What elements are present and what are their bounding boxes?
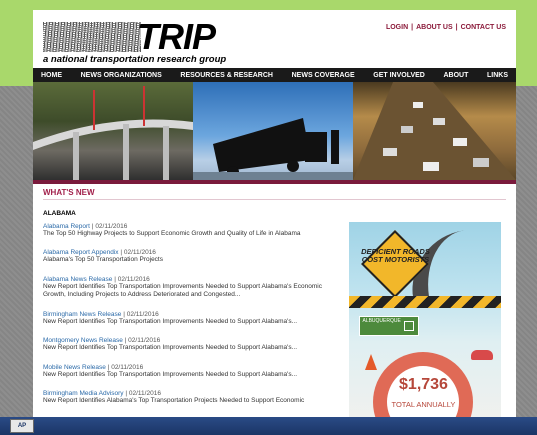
news-item-date: 02/11/2016 — [95, 223, 128, 230]
news-item-summary: New Report Identifies Alabama's Top Tran… — [43, 397, 305, 405]
taskbar-app-button[interactable]: AP — [10, 419, 34, 433]
news-item-link[interactable]: Alabama Report — [43, 223, 90, 230]
news-item-link[interactable]: Birmingham News Release — [43, 311, 121, 318]
ad-hazard-stripes — [349, 296, 502, 308]
news-item-date: 02/11/2016 — [123, 249, 156, 257]
news-item-summary: New Report Identifies Top Transportation… — [43, 370, 298, 378]
taskbar: AP — [0, 417, 537, 435]
top-links-separator: | — [411, 24, 414, 31]
truck-graphic — [193, 118, 353, 180]
news-item-date: 02/11/2016 — [128, 337, 161, 345]
news-item: Mobile News Release | 02/11/2016 New Rep… — [43, 364, 336, 379]
ad-cost-meter: $1,736 TOTAL ANNUALLY — [373, 352, 474, 420]
web-page: TRIP a national transportation research … — [33, 10, 516, 420]
nav-home[interactable]: HOME — [41, 72, 62, 79]
logo-tagline: a national transportation research group — [43, 54, 227, 65]
sign-box-icon — [404, 321, 415, 331]
news-item: Alabama Report Appendix | 02/11/2016 Ala… — [43, 249, 336, 264]
about-us-link[interactable]: ABOUT US — [416, 24, 453, 31]
news-item-date: 02/11/2016 — [111, 363, 144, 371]
main-nav: HOME NEWS ORGANIZATIONS RESOURCES & RESE… — [33, 68, 516, 82]
ad-city-name: ALBUQUERQUE — [362, 318, 401, 324]
ad-amount: $1,736 — [399, 376, 448, 393]
news-item-summary: New Report Identifies Top Transportation… — [43, 344, 298, 352]
banner-divider — [33, 180, 516, 184]
traffic-cone-icon — [365, 354, 378, 370]
banner-traffic-image — [353, 82, 516, 180]
news-item: Birmingham News Release | 02/11/2016 New… — [43, 311, 336, 326]
news-item: Montgomery News Release | 02/11/2016 New… — [43, 337, 336, 352]
deficient-roads-ad[interactable]: DEFICIENT ROADS COST MOTORISTS ALBUQUERQ… — [349, 222, 502, 420]
car-icon — [471, 350, 494, 360]
ad-sign-text: DEFICIENT ROADS COST MOTORISTS — [361, 247, 430, 265]
news-item-summary: New Report Identifies Top Transportation… — [43, 282, 322, 299]
contact-us-link[interactable]: CONTACT US — [461, 24, 506, 31]
news-item-link[interactable]: Montgomery News Release — [43, 337, 123, 344]
logo-scribble-graphic — [43, 22, 141, 52]
news-item-date: 02/11/2016 — [117, 275, 150, 283]
nav-about[interactable]: ABOUT — [443, 72, 468, 79]
news-item-summary: New Report Identifies Top Transportation… — [43, 317, 298, 325]
banner-images — [33, 82, 516, 180]
trip-logo[interactable]: TRIP a national transportation research … — [43, 16, 243, 66]
nav-get-involved[interactable]: GET INVOLVED — [373, 72, 425, 79]
news-item: Birmingham Media Advisory | 02/11/2016 N… — [43, 390, 336, 405]
news-item-date-sep: | — [91, 223, 94, 230]
news-item-date-sep: | — [114, 275, 116, 283]
section-title: ALABAMA — [43, 210, 76, 217]
nav-resources-research[interactable]: RESOURCES & RESEARCH — [180, 72, 273, 79]
top-links-separator: | — [455, 24, 458, 31]
news-item-link[interactable]: Mobile News Release — [43, 364, 106, 371]
side-column: DEFICIENT ROADS COST MOTORISTS ALBUQUERQ… — [349, 200, 506, 420]
ad-cost-meter-inner: $1,736 TOTAL ANNUALLY — [387, 366, 460, 420]
nav-news-coverage[interactable]: NEWS COVERAGE — [292, 72, 355, 79]
news-item: Alabama Report | 02/11/2016 The Top 50 H… — [43, 223, 336, 238]
traffic-graphic — [353, 82, 516, 180]
news-item-date-sep: | — [125, 390, 128, 398]
bridge-graphic — [33, 86, 193, 180]
news-item-date: 02/11/2016 — [128, 390, 161, 398]
site-header: TRIP a national transportation research … — [33, 10, 516, 68]
content-area: ALABAMA Alabama Report | 02/11/2016 The … — [33, 200, 516, 420]
news-item-link[interactable]: Birmingham Media Advisory — [43, 390, 124, 397]
news-item: Alabama News Release | 02/11/2016 New Re… — [43, 276, 336, 300]
nav-links[interactable]: LINKS — [487, 72, 508, 79]
news-item-date-sep: | — [120, 249, 123, 257]
news-item-date-sep: | — [107, 363, 110, 371]
ad-total-label: TOTAL ANNUALLY — [391, 400, 456, 409]
news-item-date: 02/11/2016 — [126, 310, 159, 318]
news-item-summary: The Top 50 Highway Projects to Support E… — [43, 230, 301, 237]
banner-bridge-image — [33, 82, 193, 180]
news-item-summary: Alabama's Top 50 Transportation Projects — [43, 256, 163, 264]
news-item-link[interactable]: Alabama News Release — [43, 276, 112, 283]
news-list: Alabama Report | 02/11/2016 The Top 50 H… — [43, 223, 336, 406]
nav-news-organizations[interactable]: NEWS ORGANIZATIONS — [81, 72, 162, 79]
whats-new-heading: WHAT'S NEW — [43, 188, 506, 200]
news-column: ALABAMA Alabama Report | 02/11/2016 The … — [43, 200, 336, 420]
top-links: LOGIN | ABOUT US | CONTACT US — [386, 24, 506, 31]
ad-city-sign: ALBUQUERQUE — [359, 316, 420, 336]
news-item-date-sep: | — [123, 310, 125, 318]
news-item-link[interactable]: Alabama Report Appendix — [43, 249, 119, 256]
banner-truck-image — [193, 82, 353, 180]
login-link[interactable]: LOGIN — [386, 24, 408, 31]
news-item-date-sep: | — [124, 337, 127, 345]
logo-word: TRIP — [137, 16, 216, 57]
